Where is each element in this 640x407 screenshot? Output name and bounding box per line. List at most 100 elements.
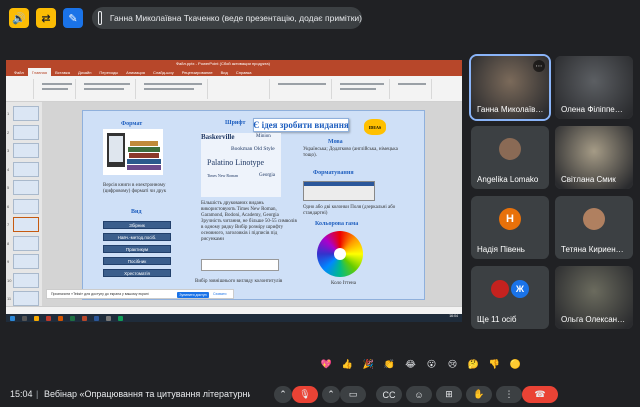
slide-thumbnail[interactable]	[13, 198, 39, 214]
participant-avatar: Ж	[511, 280, 529, 298]
reaction-emoji-icon[interactable]: 😢	[444, 356, 461, 373]
present-icon[interactable]: ⊞	[436, 386, 462, 403]
hide-link[interactable]: Сховати	[213, 292, 226, 296]
participant-tile[interactable]: Тетяна Кириен…	[555, 196, 633, 259]
slide-number: 3	[7, 148, 10, 153]
vyd-button: Посібник	[103, 257, 171, 265]
taskbar-app-icon[interactable]	[94, 315, 99, 321]
formatting-dialog-image	[303, 181, 375, 201]
mic-off-icon[interactable]: 🎙	[292, 386, 318, 403]
reaction-emoji-icon[interactable]: 😂	[402, 356, 419, 373]
edit-icon[interactable]: ✎	[63, 8, 83, 28]
vyd-button: Хрестоматія	[103, 269, 171, 277]
participant-tile[interactable]: Світлана Смик	[555, 126, 633, 189]
reaction-emoji-icon[interactable]: 🟡	[507, 356, 524, 373]
camera-off-icon[interactable]: ▭	[340, 386, 366, 403]
taskbar-app-icon[interactable]	[34, 315, 39, 321]
slide-number: 11	[7, 296, 12, 301]
participant-tile[interactable]: Angelika Lomako	[471, 126, 549, 189]
participant-tile[interactable]: Ж Ще 11 осіб	[471, 266, 549, 329]
infobar-text: Призначити «Tekst» для доступу до екрана…	[51, 292, 149, 296]
reaction-emoji-icon[interactable]: 👍	[339, 356, 356, 373]
header-sample-image	[201, 259, 279, 271]
captions-icon[interactable]: CC	[376, 386, 402, 403]
taskbar-app-icon[interactable]	[58, 315, 63, 321]
more-options-icon[interactable]: ⋮	[496, 386, 522, 403]
slide-thumbnail[interactable]	[13, 272, 39, 288]
participant-tile[interactable]: Олена Філіппе…	[555, 56, 633, 119]
taskbar-app-icon[interactable]	[10, 315, 15, 321]
ppt-tab[interactable]: Файл	[10, 68, 28, 76]
ppt-status-bar	[6, 306, 462, 314]
heading-color: Кольорова гама	[315, 221, 359, 227]
shared-screen[interactable]: Файл.pptx - PowerPoint (Сбой активации п…	[6, 60, 462, 322]
reaction-emoji-icon[interactable]: 🤔	[465, 356, 482, 373]
more-up-icon[interactable]: ⌃	[274, 386, 292, 403]
reaction-emoji-icon[interactable]: 💖	[318, 356, 335, 373]
presenter-chip[interactable]: Ганна Миколаївна Ткаченко (веде презента…	[92, 7, 362, 29]
split-view-icon[interactable]: ⇄	[36, 8, 56, 28]
ppt-tab[interactable]: Слайд-шоу	[149, 68, 178, 76]
slide-number: 7	[7, 222, 10, 227]
slide-thumbnail[interactable]	[13, 217, 39, 232]
slide-banner: Є ідея зробити видання	[253, 118, 349, 132]
meeting-clock: 15:04	[10, 389, 33, 399]
participant-tile[interactable]: ⋯ Ганна Миколаїв…	[469, 54, 551, 121]
bottom-bar: 15:04 | Вебінар «Опрацювання та цитуванн…	[0, 380, 640, 407]
ppt-tab[interactable]: Рецензирование	[178, 68, 217, 76]
separator: |	[36, 389, 39, 399]
vyd-button: Практикум	[103, 245, 171, 253]
ppt-tab[interactable]: Вид	[217, 68, 232, 76]
slide-thumbnail[interactable]	[13, 124, 39, 140]
ppt-tab[interactable]: Справка	[232, 68, 256, 76]
ppt-tab[interactable]: Дизайн	[74, 68, 95, 76]
heading-format: Формат	[121, 121, 143, 127]
font-sample: Times New Roman	[207, 173, 238, 178]
slide-thumbnail[interactable]	[13, 254, 39, 269]
slide-thumbnail[interactable]	[13, 161, 39, 177]
books-image	[103, 129, 163, 175]
slide-thumbnail[interactable]	[13, 106, 39, 121]
top-bar: 🔊 ⇄ ✎ Ганна Миколаївна Ткаченко (веде пр…	[0, 0, 640, 36]
color-wheel-image	[317, 231, 363, 277]
slide-thumbnail[interactable]	[13, 235, 39, 251]
stop-sharing-button[interactable]: Зупинити доступ	[177, 292, 209, 298]
participant-tile[interactable]: Ольга Олексан…	[555, 266, 633, 329]
reaction-emoji-icon[interactable]: 🎉	[360, 356, 377, 373]
taskbar-app-icon[interactable]	[118, 315, 123, 321]
reaction-emoji-icon[interactable]: 👏	[381, 356, 398, 373]
slide-thumbnail[interactable]	[13, 291, 39, 306]
slide-thumbnail[interactable]	[13, 143, 39, 158]
participant-tile[interactable]: Н Надія Півень	[471, 196, 549, 259]
slide-number: 1	[7, 111, 10, 116]
taskbar-app-icon[interactable]	[82, 315, 87, 321]
slide-thumbnail[interactable]	[13, 180, 39, 195]
tile-options-icon[interactable]: ⋯	[533, 60, 545, 72]
ppt-tab[interactable]: Переходы	[95, 68, 122, 76]
more-up-icon-2[interactable]: ⌃	[322, 386, 340, 403]
ppt-tab[interactable]: Анимация	[122, 68, 149, 76]
mova-text: Українська; Додатково (англійська, німец…	[303, 147, 398, 158]
meet-window: 🔊 ⇄ ✎ Ганна Миколаївна Ткаченко (веде пр…	[0, 0, 640, 407]
reaction-emoji-icon[interactable]: 👎	[486, 356, 503, 373]
taskbar-app-icon[interactable]	[70, 315, 75, 321]
present-view-icon	[98, 11, 102, 25]
ppt-window-title: Файл.pptx - PowerPoint (Сбой активации п…	[176, 61, 270, 66]
ppt-tab[interactable]: Главная	[27, 68, 52, 76]
taskbar-app-icon[interactable]	[46, 315, 51, 321]
slide-number: 10	[7, 277, 12, 283]
slide-number: 4	[7, 166, 10, 172]
hand-icon[interactable]: ✋	[466, 386, 492, 403]
vyd-button: Збірник	[103, 221, 171, 229]
participant-name: Ганна Миколаїв…	[477, 105, 543, 114]
slide-thumbnails[interactable]: 1 2 3 4 5 6 7 8 9 10 11	[6, 102, 42, 306]
hang-up-icon[interactable]: ☎	[522, 386, 558, 403]
taskbar-app-icon[interactable]	[106, 315, 111, 321]
reactions-bar: 💖 👍 🎉 👏 😂 😮 😢 🤔 👎 🟡	[318, 356, 524, 376]
sound-icon[interactable]: 🔊	[9, 8, 29, 28]
emoji-icon[interactable]: ☺	[406, 386, 432, 403]
ppt-tab[interactable]: Вставка	[51, 68, 74, 76]
participant-name: Олена Філіппе…	[561, 105, 623, 114]
taskbar-app-icon[interactable]	[22, 315, 27, 321]
reaction-emoji-icon[interactable]: 😮	[423, 356, 440, 373]
